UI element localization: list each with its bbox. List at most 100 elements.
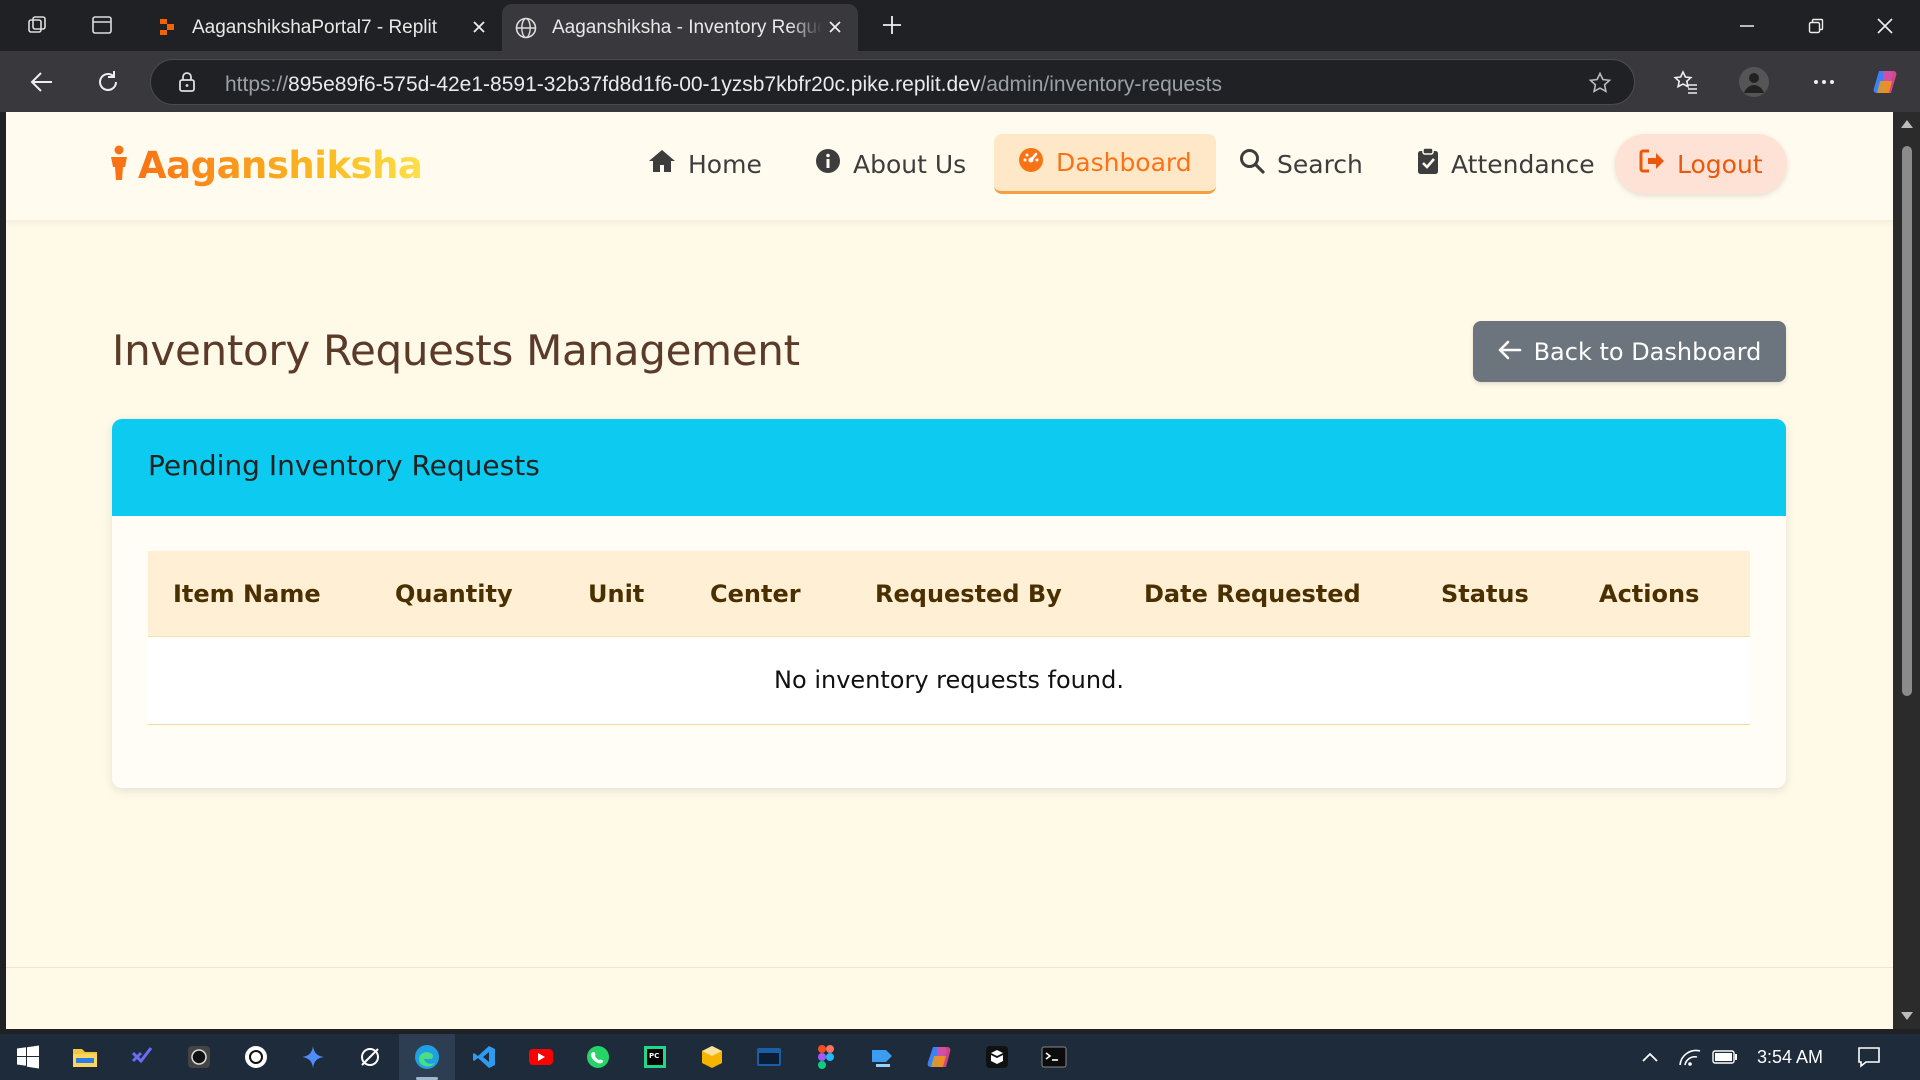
column-header[interactable]: Requested By — [875, 580, 1062, 608]
nav-search[interactable]: Search — [1239, 134, 1363, 194]
dashboard-icon — [1018, 147, 1044, 179]
app-cube-icon[interactable] — [698, 1043, 726, 1071]
chatgpt-icon[interactable] — [242, 1043, 270, 1071]
globe-icon — [514, 16, 538, 45]
back-to-dashboard-button[interactable]: Back to Dashboard — [1473, 321, 1786, 382]
terminal-icon[interactable] — [1040, 1043, 1068, 1071]
column-header[interactable]: Unit — [588, 580, 644, 608]
taskbar-clock[interactable]: 3:54 AM — [1757, 1047, 1823, 1068]
linear-app-icon[interactable] — [356, 1043, 384, 1071]
url-host: 895e89f6-575d-42e1-8591-32b37fd8d1f6-00-… — [288, 73, 981, 96]
nav-label: Search — [1277, 149, 1363, 179]
logout-icon — [1639, 149, 1665, 179]
back-arrow-icon[interactable] — [26, 66, 58, 98]
restore-icon[interactable] — [1803, 13, 1829, 39]
replit-icon — [158, 17, 178, 42]
visual-studio-icon[interactable] — [128, 1043, 156, 1071]
browser-tab-bar: AaganshikshaPortal7 - Replit Aaganshiksh… — [0, 0, 1920, 51]
youtube-icon[interactable] — [527, 1043, 555, 1071]
obs-app-icon[interactable] — [185, 1043, 213, 1071]
reload-icon[interactable] — [92, 66, 124, 98]
nav-logout[interactable]: Logout — [1615, 134, 1787, 194]
column-header[interactable]: Item Name — [173, 580, 321, 608]
nav-home[interactable]: Home — [648, 134, 762, 194]
child-figure-icon — [108, 145, 130, 186]
tab-title: Aaganshiksha - Inventory Requests — [552, 16, 822, 38]
table-row: No inventory requests found. — [148, 637, 1750, 725]
url-text: https://895e89f6-575d-42e1-8591-32b37fd8… — [225, 73, 1222, 97]
card-title: Pending Inventory Requests — [148, 449, 540, 482]
nav-attendance[interactable]: Attendance — [1417, 134, 1595, 194]
table-header-row: Item Name Quantity Unit Center Requested… — [148, 551, 1750, 637]
address-bar[interactable]: https://895e89f6-575d-42e1-8591-32b37fd8… — [150, 59, 1635, 105]
vscode-icon[interactable] — [470, 1043, 498, 1071]
gemini-icon[interactable] — [299, 1043, 327, 1071]
whatsapp-icon[interactable] — [584, 1043, 612, 1071]
nav-about-us[interactable]: About Us — [815, 134, 966, 194]
clipboard-check-icon — [1417, 147, 1439, 181]
url-path: /admin/inventory-requests — [980, 73, 1222, 96]
copilot-icon[interactable] — [1870, 66, 1902, 98]
footer-divider — [6, 967, 1893, 968]
workspaces-icon[interactable] — [26, 13, 50, 37]
brand-logo[interactable]: Aaganshiksha — [108, 144, 423, 187]
nav-label: Home — [688, 149, 762, 179]
nav-dashboard[interactable]: Dashboard — [994, 134, 1216, 194]
scrollbar-thumb[interactable] — [1902, 146, 1912, 696]
nav-label: Dashboard — [1056, 148, 1192, 177]
favorites-icon[interactable] — [1670, 66, 1702, 98]
search-icon — [1239, 148, 1265, 180]
column-header[interactable]: Quantity — [395, 580, 513, 608]
minimize-icon[interactable] — [1734, 13, 1760, 39]
figma-icon[interactable] — [812, 1043, 840, 1071]
tab-title: AaganshikshaPortal7 - Replit — [192, 16, 438, 38]
tab-replit[interactable]: AaganshikshaPortal7 - Replit — [146, 4, 502, 51]
windows-taskbar: PC 3:54 AM — [0, 1034, 1920, 1080]
pycharm-icon[interactable]: PC — [641, 1043, 669, 1071]
card-header: Pending Inventory Requests — [112, 419, 1786, 516]
column-header[interactable]: Date Requested — [1144, 580, 1361, 608]
nav-label: About Us — [853, 149, 967, 179]
copilot-app-icon[interactable] — [926, 1043, 954, 1071]
site-header: Aaganshiksha Home About Us Dashboard Sea — [6, 112, 1893, 220]
svg-text:PC: PC — [649, 1052, 659, 1060]
back-button-label: Back to Dashboard — [1533, 337, 1762, 366]
home-icon — [648, 148, 676, 180]
tab-inventory-requests[interactable]: Aaganshiksha - Inventory Requests — [502, 4, 858, 51]
notifications-icon[interactable] — [1855, 1043, 1883, 1071]
mysql-workbench-icon[interactable] — [755, 1043, 783, 1071]
inventory-requests-card: Pending Inventory Requests Item Name Qua… — [112, 419, 1786, 788]
more-options-icon[interactable] — [1808, 66, 1840, 98]
tab-actions-icon[interactable] — [90, 13, 114, 37]
battery-icon[interactable] — [1711, 1043, 1739, 1071]
nav-label: Attendance — [1451, 149, 1595, 179]
page-title: Inventory Requests Management — [112, 326, 800, 375]
scroll-down-icon[interactable] — [1899, 1008, 1914, 1023]
close-tab-icon[interactable] — [468, 16, 490, 38]
close-tab-icon[interactable] — [824, 16, 846, 38]
url-scheme: https:// — [225, 73, 289, 96]
file-explorer-icon[interactable] — [71, 1043, 99, 1071]
close-window-icon[interactable] — [1872, 13, 1898, 39]
lock-icon[interactable] — [177, 71, 197, 98]
column-header[interactable]: Actions — [1599, 580, 1699, 608]
edge-browser-icon[interactable] — [413, 1043, 441, 1080]
column-header[interactable]: Center — [710, 580, 801, 608]
brand-name: Aaganshiksha — [138, 144, 423, 187]
remote-desktop-icon[interactable] — [869, 1043, 897, 1071]
wifi-icon[interactable] — [1676, 1043, 1704, 1071]
windows-start-icon[interactable] — [14, 1043, 42, 1071]
favorite-star-icon[interactable] — [1588, 71, 1612, 100]
arrow-left-icon — [1498, 338, 1522, 366]
nav-label: Logout — [1677, 149, 1763, 179]
page-viewport: Aaganshiksha Home About Us Dashboard Sea — [6, 112, 1893, 1029]
scroll-up-icon[interactable] — [1899, 116, 1914, 131]
app-box-icon[interactable] — [983, 1043, 1011, 1071]
empty-state-message: No inventory requests found. — [774, 666, 1124, 694]
browser-toolbar: https://895e89f6-575d-42e1-8591-32b37fd8… — [0, 51, 1920, 112]
new-tab-icon[interactable] — [880, 13, 904, 37]
page-scrollbar[interactable] — [1893, 112, 1920, 1029]
column-header[interactable]: Status — [1441, 580, 1529, 608]
profile-avatar[interactable] — [1738, 66, 1770, 98]
chevron-up-icon[interactable] — [1636, 1043, 1664, 1071]
